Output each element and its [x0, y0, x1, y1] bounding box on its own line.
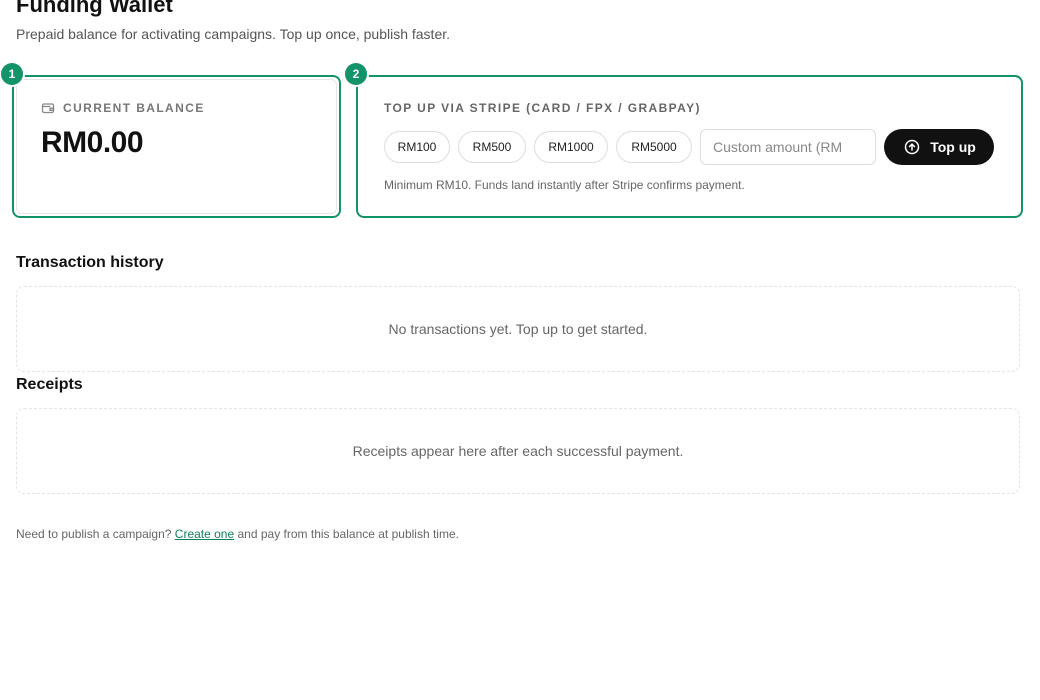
topup-label: TOP UP VIA STRIPE (CARD / FPX / GRABPAY)	[384, 101, 701, 115]
footer-note: Need to publish a campaign? Create one a…	[16, 527, 459, 541]
arrow-up-circle-icon	[904, 139, 920, 155]
top-up-button[interactable]: Top up	[884, 129, 994, 165]
step-badge-2: 2	[345, 63, 367, 85]
top-up-button-label: Top up	[930, 139, 976, 155]
receipts-empty-text: Receipts appear here after each successf…	[352, 443, 684, 459]
preset-rm1000-button[interactable]: RM1000	[534, 131, 608, 163]
topup-hint: Minimum RM10. Funds land instantly after…	[384, 178, 745, 192]
transaction-history-heading: Transaction history	[16, 254, 164, 271]
preset-rm5000-button[interactable]: RM5000	[616, 131, 692, 163]
wallet-icon	[41, 101, 55, 115]
balance-label-text: CURRENT BALANCE	[63, 101, 205, 115]
custom-amount-input[interactable]	[700, 129, 876, 165]
transactions-empty-text: No transactions yet. Top up to get start…	[388, 321, 648, 337]
balance-value: RM0.00	[41, 126, 144, 159]
footer-text-after: and pay from this balance at publish tim…	[237, 527, 459, 541]
transactions-empty-state: No transactions yet. Top up to get start…	[16, 286, 1020, 372]
receipts-empty-state: Receipts appear here after each successf…	[16, 408, 1020, 494]
page-subtitle: Prepaid balance for activating campaigns…	[16, 26, 451, 42]
preset-rm500-button[interactable]: RM500	[458, 131, 526, 163]
balance-label: CURRENT BALANCE	[41, 101, 205, 115]
page-title: Funding Wallet	[16, 0, 173, 17]
preset-rm100-button[interactable]: RM100	[384, 131, 450, 163]
receipts-heading: Receipts	[16, 376, 83, 393]
create-campaign-link[interactable]: Create one	[175, 527, 234, 541]
footer-text-before: Need to publish a campaign?	[16, 527, 172, 541]
step-badge-1: 1	[1, 63, 23, 85]
